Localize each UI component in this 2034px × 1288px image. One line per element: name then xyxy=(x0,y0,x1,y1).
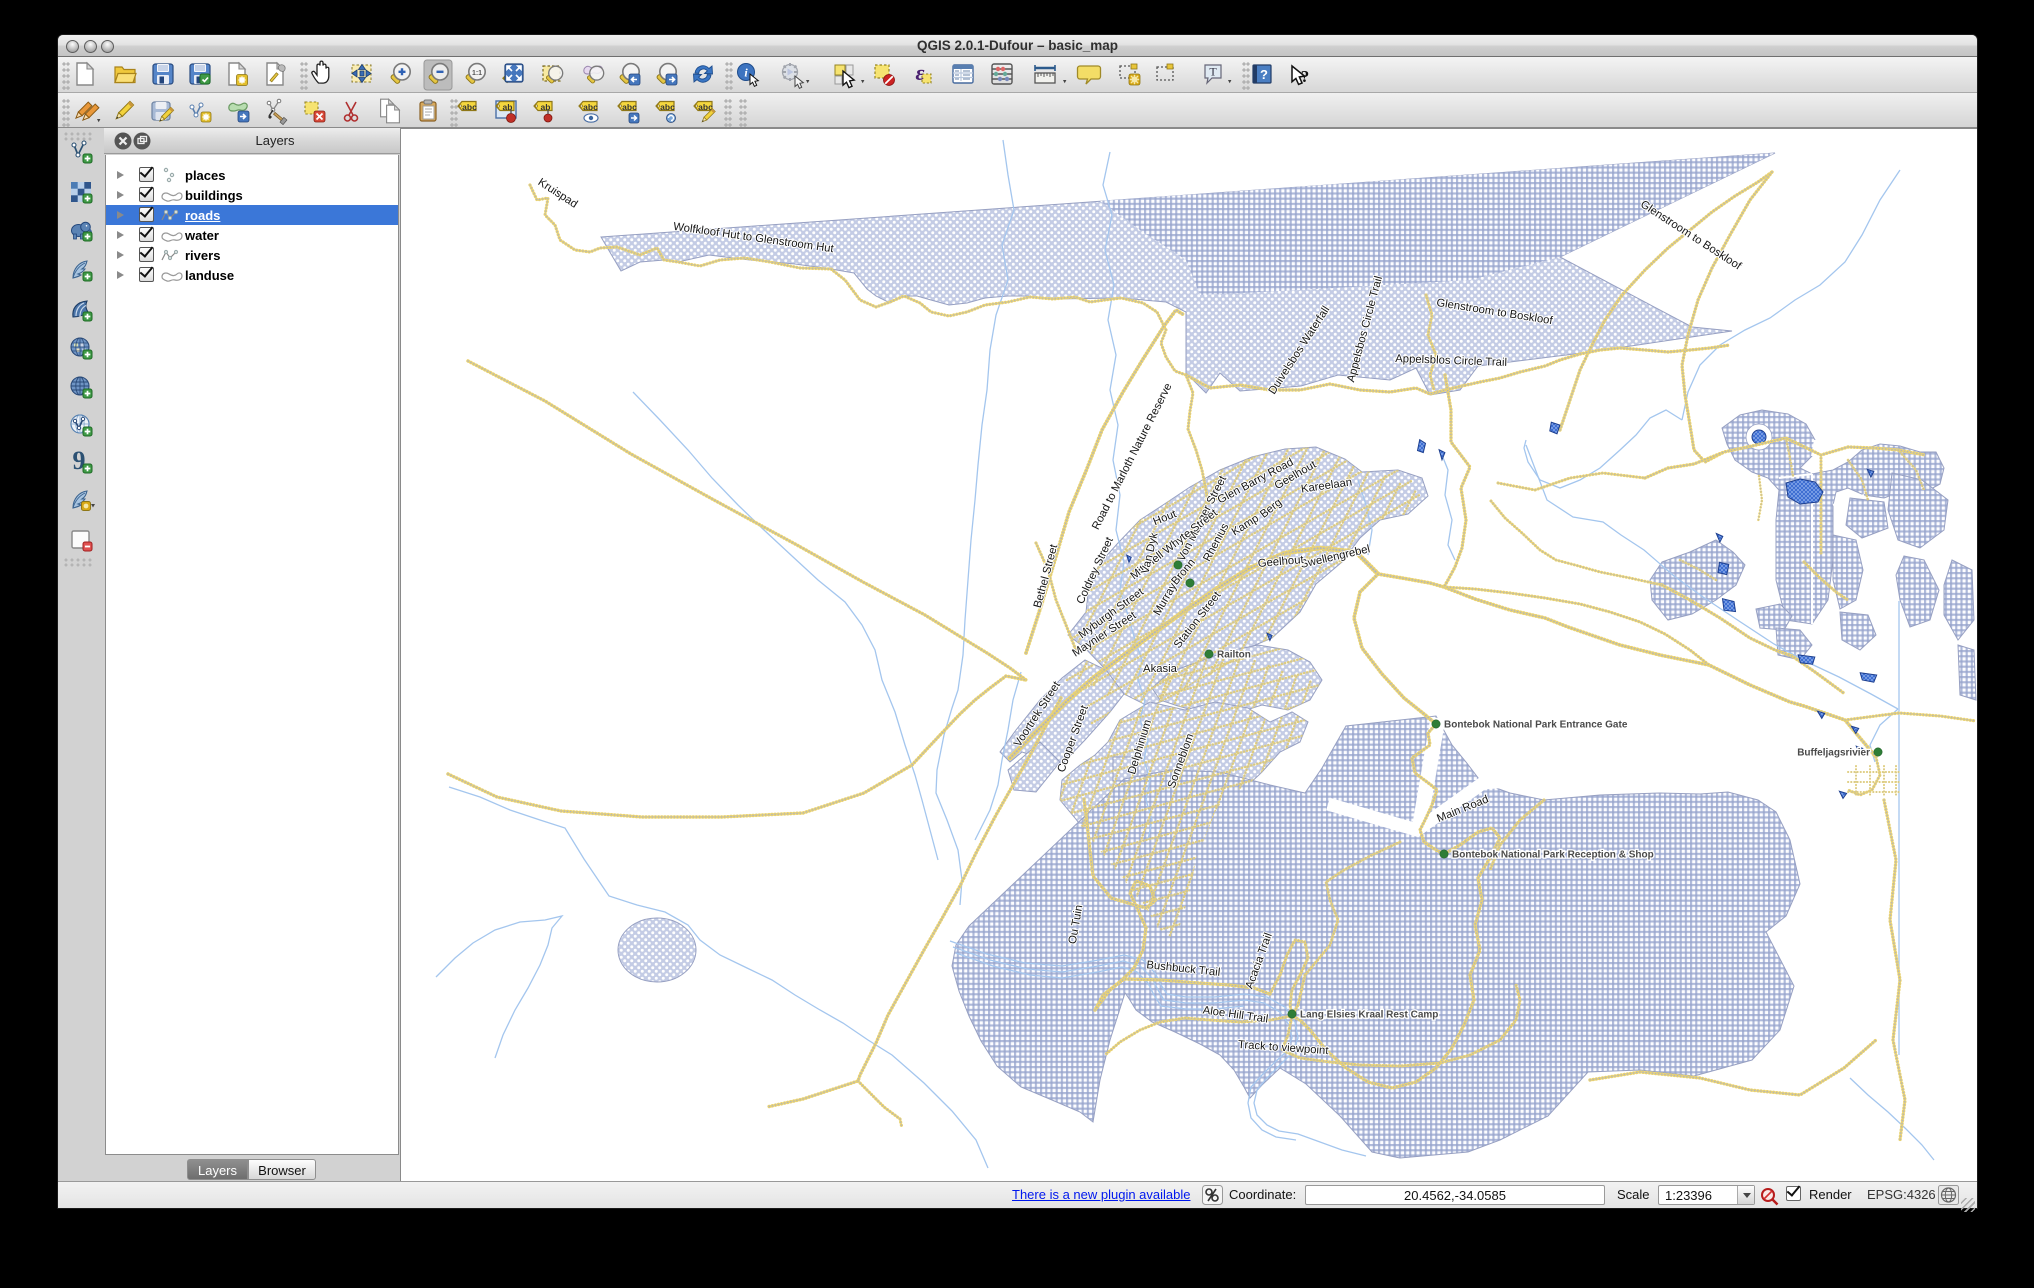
svg-text:?: ? xyxy=(1260,67,1268,82)
svg-text:Akasia: Akasia xyxy=(1143,663,1178,675)
svg-text:abc: abc xyxy=(583,102,598,112)
svg-text:Railton: Railton xyxy=(1217,650,1251,661)
svg-text:Bontebok National Park Entranc: Bontebok National Park Entrance Gate xyxy=(1444,720,1628,731)
svg-text:abc: abc xyxy=(660,102,675,112)
svg-text:Lang Elsies Kraal Rest Camp: Lang Elsies Kraal Rest Camp xyxy=(1300,1010,1438,1021)
svg-text:ab: ab xyxy=(541,102,551,112)
svg-text:abc: abc xyxy=(462,102,477,112)
svg-text:T: T xyxy=(1209,65,1217,79)
svg-text:1:1: 1:1 xyxy=(472,70,482,77)
svg-text:Buffeljagsrivier: Buffeljagsrivier xyxy=(1797,748,1870,759)
svg-text:ε: ε xyxy=(915,60,924,85)
svg-text:?: ? xyxy=(1301,67,1310,86)
svg-text:Bontebok National Park Recepti: Bontebok National Park Reception & Shop xyxy=(1452,850,1654,861)
svg-text:abc: abc xyxy=(622,102,637,112)
svg-text:Kruispad: Kruispad xyxy=(536,176,580,210)
